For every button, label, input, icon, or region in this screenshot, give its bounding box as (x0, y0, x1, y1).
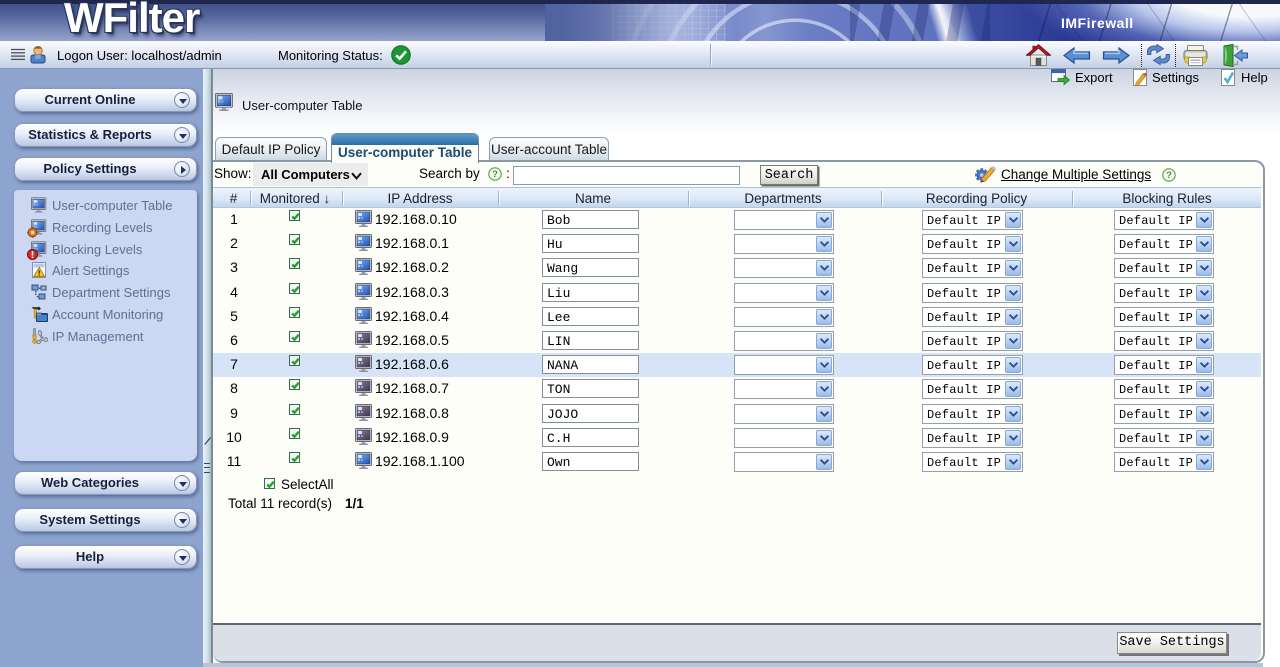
svg-text:?: ? (1166, 170, 1172, 181)
svg-text:?: ? (492, 169, 498, 180)
